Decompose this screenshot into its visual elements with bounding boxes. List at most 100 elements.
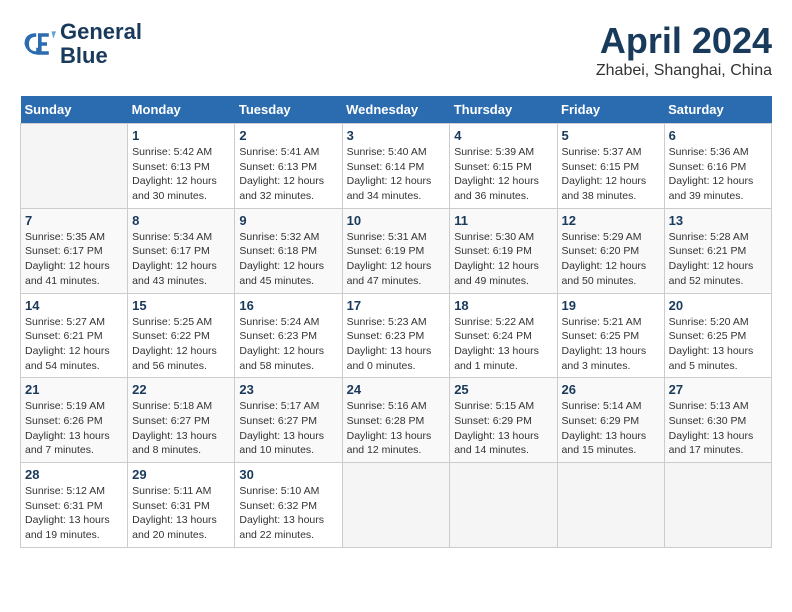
calendar-cell: 2 Sunrise: 5:41 AM Sunset: 6:13 PM Daylig… bbox=[235, 124, 342, 209]
calendar-cell: 15 Sunrise: 5:25 AM Sunset: 6:22 PM Dayli… bbox=[128, 293, 235, 378]
logo-line2: Blue bbox=[60, 44, 142, 68]
day-info: Sunrise: 5:19 AM Sunset: 6:26 PM Dayligh… bbox=[25, 399, 123, 458]
calendar-cell bbox=[557, 463, 664, 548]
calendar-cell: 24 Sunrise: 5:16 AM Sunset: 6:28 PM Dayli… bbox=[342, 378, 450, 463]
day-number: 9 bbox=[239, 213, 337, 228]
day-info: Sunrise: 5:35 AM Sunset: 6:17 PM Dayligh… bbox=[25, 230, 123, 289]
title-block: April 2024 Zhabei, Shanghai, China bbox=[596, 20, 772, 80]
calendar-cell: 1Sunrise: 5:42 AM Sunset: 6:13 PM Daylig… bbox=[128, 124, 235, 209]
calendar-week-row: 21 Sunrise: 5:19 AM Sunset: 6:26 PM Dayli… bbox=[21, 378, 772, 463]
calendar-header-row: SundayMondayTuesdayWednesdayThursdayFrid… bbox=[21, 96, 772, 124]
calendar-header-monday: Monday bbox=[128, 96, 235, 124]
day-number: 2 bbox=[239, 128, 337, 143]
day-info: Sunrise: 5:25 AM Sunset: 6:22 PM Dayligh… bbox=[132, 315, 230, 374]
calendar-cell: 10 Sunrise: 5:31 AM Sunset: 6:19 PM Dayli… bbox=[342, 208, 450, 293]
calendar-cell: 20 Sunrise: 5:20 AM Sunset: 6:25 PM Dayli… bbox=[664, 293, 771, 378]
day-number: 22 bbox=[132, 382, 230, 397]
day-number: 7 bbox=[25, 213, 123, 228]
day-info: Sunrise: 5:37 AM Sunset: 6:15 PM Dayligh… bbox=[562, 145, 660, 204]
day-info: Sunrise: 5:40 AM Sunset: 6:14 PM Dayligh… bbox=[347, 145, 446, 204]
day-info: Sunrise: 5:24 AM Sunset: 6:23 PM Dayligh… bbox=[239, 315, 337, 374]
day-number: 24 bbox=[347, 382, 446, 397]
day-number: 5 bbox=[562, 128, 660, 143]
day-info: Sunrise: 5:21 AM Sunset: 6:25 PM Dayligh… bbox=[562, 315, 660, 374]
calendar-cell: 30 Sunrise: 5:10 AM Sunset: 6:32 PM Dayli… bbox=[235, 463, 342, 548]
calendar-cell bbox=[342, 463, 450, 548]
calendar-cell: 16 Sunrise: 5:24 AM Sunset: 6:23 PM Dayli… bbox=[235, 293, 342, 378]
calendar-cell: 11 Sunrise: 5:30 AM Sunset: 6:19 PM Dayli… bbox=[450, 208, 557, 293]
calendar-cell: 5 Sunrise: 5:37 AM Sunset: 6:15 PM Daylig… bbox=[557, 124, 664, 209]
logo-line1: General bbox=[60, 20, 142, 44]
day-number: 26 bbox=[562, 382, 660, 397]
day-number: 23 bbox=[239, 382, 337, 397]
calendar-cell: 12Sunrise: 5:29 AM Sunset: 6:20 PM Dayli… bbox=[557, 208, 664, 293]
logo-icon bbox=[20, 26, 56, 62]
calendar-week-row: 14 Sunrise: 5:27 AM Sunset: 6:21 PM Dayli… bbox=[21, 293, 772, 378]
day-info: Sunrise: 5:42 AM Sunset: 6:13 PM Dayligh… bbox=[132, 145, 230, 204]
day-info: Sunrise: 5:30 AM Sunset: 6:19 PM Dayligh… bbox=[454, 230, 552, 289]
day-info: Sunrise: 5:14 AM Sunset: 6:29 PM Dayligh… bbox=[562, 399, 660, 458]
calendar-header-tuesday: Tuesday bbox=[235, 96, 342, 124]
calendar-cell: 7 Sunrise: 5:35 AM Sunset: 6:17 PM Daylig… bbox=[21, 208, 128, 293]
calendar-header-wednesday: Wednesday bbox=[342, 96, 450, 124]
calendar-cell: 21 Sunrise: 5:19 AM Sunset: 6:26 PM Dayli… bbox=[21, 378, 128, 463]
day-info: Sunrise: 5:10 AM Sunset: 6:32 PM Dayligh… bbox=[239, 484, 337, 543]
day-number: 27 bbox=[669, 382, 767, 397]
subtitle: Zhabei, Shanghai, China bbox=[596, 62, 772, 80]
day-number: 21 bbox=[25, 382, 123, 397]
calendar-header-friday: Friday bbox=[557, 96, 664, 124]
calendar-cell bbox=[21, 124, 128, 209]
calendar-cell: 26 Sunrise: 5:14 AM Sunset: 6:29 PM Dayli… bbox=[557, 378, 664, 463]
calendar-header-thursday: Thursday bbox=[450, 96, 557, 124]
day-info: Sunrise: 5:41 AM Sunset: 6:13 PM Dayligh… bbox=[239, 145, 337, 204]
calendar-cell: 8 Sunrise: 5:34 AM Sunset: 6:17 PM Daylig… bbox=[128, 208, 235, 293]
day-number: 6 bbox=[669, 128, 767, 143]
day-info: Sunrise: 5:17 AM Sunset: 6:27 PM Dayligh… bbox=[239, 399, 337, 458]
day-info: Sunrise: 5:13 AM Sunset: 6:30 PM Dayligh… bbox=[669, 399, 767, 458]
calendar-cell: 3 Sunrise: 5:40 AM Sunset: 6:14 PM Daylig… bbox=[342, 124, 450, 209]
day-info: Sunrise: 5:36 AM Sunset: 6:16 PM Dayligh… bbox=[669, 145, 767, 204]
day-info: Sunrise: 5:23 AM Sunset: 6:23 PM Dayligh… bbox=[347, 315, 446, 374]
calendar-week-row: 1Sunrise: 5:42 AM Sunset: 6:13 PM Daylig… bbox=[21, 124, 772, 209]
day-number: 3 bbox=[347, 128, 446, 143]
calendar-header-saturday: Saturday bbox=[664, 96, 771, 124]
calendar-table: SundayMondayTuesdayWednesdayThursdayFrid… bbox=[20, 96, 772, 548]
day-info: Sunrise: 5:15 AM Sunset: 6:29 PM Dayligh… bbox=[454, 399, 552, 458]
day-number: 14 bbox=[25, 298, 123, 313]
day-number: 8 bbox=[132, 213, 230, 228]
day-number: 18 bbox=[454, 298, 552, 313]
calendar-cell: 29 Sunrise: 5:11 AM Sunset: 6:31 PM Dayli… bbox=[128, 463, 235, 548]
day-number: 11 bbox=[454, 213, 552, 228]
day-info: Sunrise: 5:11 AM Sunset: 6:31 PM Dayligh… bbox=[132, 484, 230, 543]
day-number: 29 bbox=[132, 467, 230, 482]
calendar-cell: 14 Sunrise: 5:27 AM Sunset: 6:21 PM Dayli… bbox=[21, 293, 128, 378]
day-info: Sunrise: 5:27 AM Sunset: 6:21 PM Dayligh… bbox=[25, 315, 123, 374]
day-info: Sunrise: 5:12 AM Sunset: 6:31 PM Dayligh… bbox=[25, 484, 123, 543]
day-info: Sunrise: 5:22 AM Sunset: 6:24 PM Dayligh… bbox=[454, 315, 552, 374]
day-number: 20 bbox=[669, 298, 767, 313]
day-info: Sunrise: 5:31 AM Sunset: 6:19 PM Dayligh… bbox=[347, 230, 446, 289]
day-number: 17 bbox=[347, 298, 446, 313]
calendar-cell: 17 Sunrise: 5:23 AM Sunset: 6:23 PM Dayli… bbox=[342, 293, 450, 378]
page-header: General Blue April 2024 Zhabei, Shanghai… bbox=[20, 20, 772, 80]
day-number: 10 bbox=[347, 213, 446, 228]
day-info: Sunrise: 5:16 AM Sunset: 6:28 PM Dayligh… bbox=[347, 399, 446, 458]
day-number: 16 bbox=[239, 298, 337, 313]
day-info: Sunrise: 5:34 AM Sunset: 6:17 PM Dayligh… bbox=[132, 230, 230, 289]
calendar-cell: 18 Sunrise: 5:22 AM Sunset: 6:24 PM Dayli… bbox=[450, 293, 557, 378]
calendar-header-sunday: Sunday bbox=[21, 96, 128, 124]
day-info: Sunrise: 5:18 AM Sunset: 6:27 PM Dayligh… bbox=[132, 399, 230, 458]
day-number: 19 bbox=[562, 298, 660, 313]
day-number: 15 bbox=[132, 298, 230, 313]
calendar-week-row: 7 Sunrise: 5:35 AM Sunset: 6:17 PM Daylig… bbox=[21, 208, 772, 293]
day-info: Sunrise: 5:28 AM Sunset: 6:21 PM Dayligh… bbox=[669, 230, 767, 289]
day-info: Sunrise: 5:20 AM Sunset: 6:25 PM Dayligh… bbox=[669, 315, 767, 374]
calendar-cell: 19 Sunrise: 5:21 AM Sunset: 6:25 PM Dayli… bbox=[557, 293, 664, 378]
calendar-cell bbox=[664, 463, 771, 548]
day-number: 30 bbox=[239, 467, 337, 482]
calendar-week-row: 28 Sunrise: 5:12 AM Sunset: 6:31 PM Dayli… bbox=[21, 463, 772, 548]
calendar-cell: 4Sunrise: 5:39 AM Sunset: 6:15 PM Daylig… bbox=[450, 124, 557, 209]
calendar-cell: 27 Sunrise: 5:13 AM Sunset: 6:30 PM Dayli… bbox=[664, 378, 771, 463]
day-number: 28 bbox=[25, 467, 123, 482]
day-number: 25 bbox=[454, 382, 552, 397]
